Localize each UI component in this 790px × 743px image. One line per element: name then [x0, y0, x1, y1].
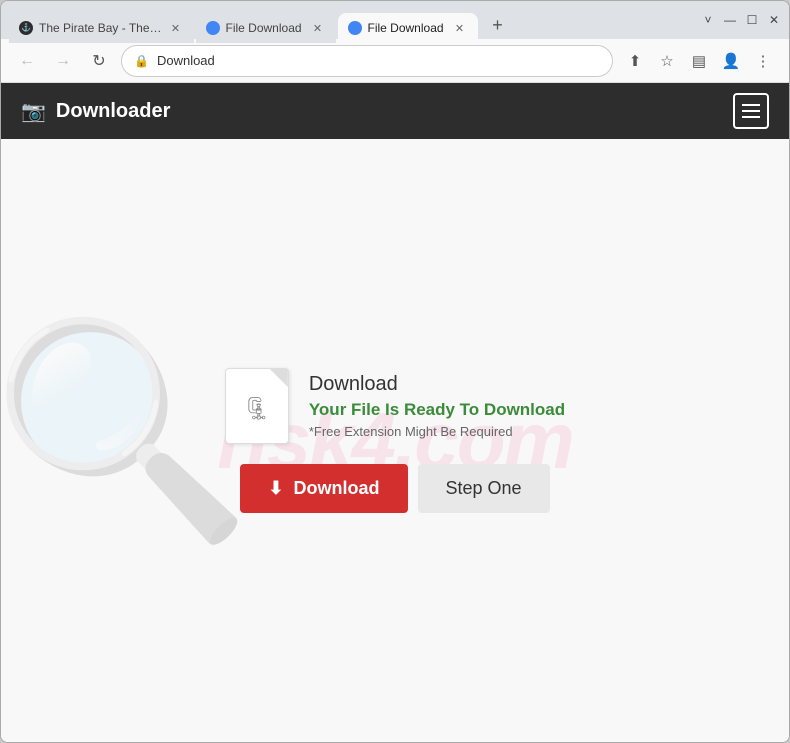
tab-3[interactable]: File Download ✕ — [338, 13, 478, 43]
sidebar-button[interactable]: ▤ — [685, 47, 713, 75]
file-details: Download Your File Is Ready To Download … — [309, 373, 565, 439]
share-button[interactable]: ⬆ — [621, 47, 649, 75]
step-one-button[interactable]: Step One — [418, 464, 550, 513]
tab-1[interactable]: ⚓ The Pirate Bay - The… ✕ — [9, 13, 194, 43]
download-button[interactable]: ⬇ Download — [240, 464, 407, 513]
tab-2-close[interactable]: ✕ — [310, 20, 326, 36]
watermark-search-icon: 🔍 — [1, 325, 252, 535]
tab-2-title: File Download — [226, 21, 304, 35]
address-bar[interactable]: 🔒 Download — [121, 45, 613, 77]
tab-3-close[interactable]: ✕ — [452, 20, 468, 36]
browser-window: ⚓ The Pirate Bay - The… ✕ File Download … — [0, 0, 790, 743]
hamburger-line-2 — [742, 110, 760, 112]
file-icon: 🗜 — [225, 368, 289, 444]
file-note: *Free Extension Might Be Required — [309, 424, 565, 439]
download-label: Download — [294, 478, 380, 499]
address-text: Download — [157, 53, 600, 68]
app-brand: 📷 Downloader — [21, 99, 170, 124]
zip-icon: 🗜 — [243, 396, 271, 422]
bookmark-button[interactable]: ☆ — [653, 47, 681, 75]
tab-2[interactable]: File Download ✕ — [196, 13, 336, 43]
refresh-button[interactable]: ↻ — [85, 47, 113, 75]
main-area: risk4.com 🔍 🗜 Download Your File Is Read… — [1, 139, 789, 742]
nav-actions: ⬆ ☆ ▤ 👤 ⋮ — [621, 47, 777, 75]
hamburger-menu-button[interactable] — [733, 93, 769, 129]
back-button[interactable]: ← — [13, 47, 41, 75]
download-card: 🗜 Download Your File Is Ready To Downloa… — [225, 368, 565, 513]
chevron-down-button[interactable]: ˅ — [701, 13, 715, 27]
window-controls: ˅ — ☐ ✕ — [701, 13, 781, 27]
tab-3-title: File Download — [368, 21, 446, 35]
tab-2-favicon — [206, 21, 220, 35]
file-info: 🗜 Download Your File Is Ready To Downloa… — [225, 368, 565, 444]
new-tab-button[interactable]: + — [484, 11, 512, 39]
lock-icon: 🔒 — [134, 54, 149, 68]
buttons-row: ⬇ Download Step One — [240, 464, 549, 513]
tab-1-title: The Pirate Bay - The… — [39, 21, 162, 35]
download-icon: ⬇ — [268, 478, 283, 499]
tab-strip: ⚓ The Pirate Bay - The… ✕ File Download … — [9, 1, 693, 39]
nav-bar: ← → ↻ 🔒 Download ⬆ ☆ ▤ 👤 ⋮ — [1, 39, 789, 83]
menu-button[interactable]: ⋮ — [749, 47, 777, 75]
close-button[interactable]: ✕ — [767, 13, 781, 27]
page-content: 📷 Downloader risk4.com 🔍 — [1, 83, 789, 742]
app-navbar: 📷 Downloader — [1, 83, 789, 139]
brand-icon: 📷 — [21, 99, 46, 124]
file-ready-text: Your File Is Ready To Download — [309, 400, 565, 420]
file-label: Download — [309, 373, 565, 396]
tab-1-close[interactable]: ✕ — [168, 20, 184, 36]
file-corner — [270, 369, 288, 387]
profile-button[interactable]: 👤 — [717, 47, 745, 75]
maximize-button[interactable]: ☐ — [745, 13, 759, 27]
step-one-label: Step One — [446, 478, 522, 498]
brand-label: Downloader — [56, 100, 170, 123]
hamburger-line-1 — [742, 104, 760, 106]
minimize-button[interactable]: — — [723, 13, 737, 27]
hamburger-line-3 — [742, 116, 760, 118]
tab-3-favicon — [348, 21, 362, 35]
title-bar: ⚓ The Pirate Bay - The… ✕ File Download … — [1, 1, 789, 39]
forward-button[interactable]: → — [49, 47, 77, 75]
tab-1-favicon: ⚓ — [19, 21, 33, 35]
